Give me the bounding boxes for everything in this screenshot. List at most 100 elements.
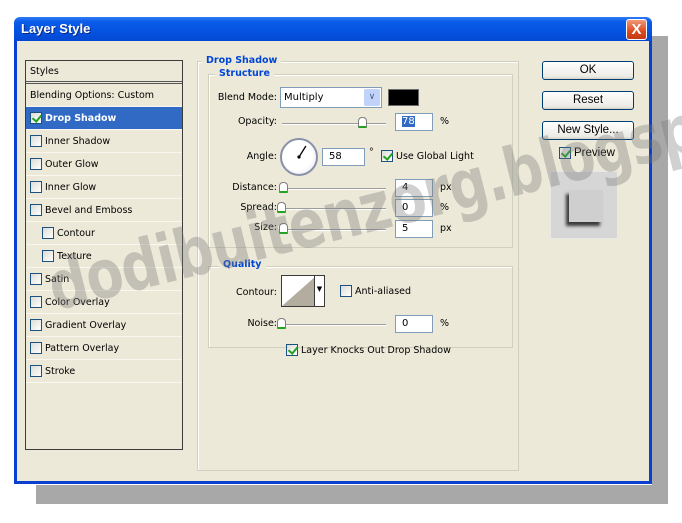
checkbox-icon (286, 344, 298, 356)
title-bar[interactable]: Layer Style X (14, 17, 652, 41)
noise-slider-track[interactable] (282, 324, 386, 326)
opacity-value: 78 (402, 116, 415, 127)
spread-input[interactable]: 0 (395, 199, 433, 217)
style-item-inner-glow[interactable]: Inner Glow (26, 176, 182, 199)
distance-input[interactable]: 4 (395, 179, 433, 197)
spread-label: Spread: (240, 202, 277, 213)
distance-unit: px (440, 182, 452, 193)
noise-unit: % (440, 318, 450, 329)
contour-curve-icon (282, 276, 316, 306)
styles-list: Styles Blending Options: Custom Drop Sha… (25, 60, 183, 450)
checkbox-icon[interactable] (30, 273, 42, 285)
distance-slider-track[interactable] (282, 188, 386, 190)
blend-mode-select[interactable]: Multiply ∨ (280, 87, 382, 108)
checkbox-icon[interactable] (30, 342, 42, 354)
quality-title: Quality (219, 259, 266, 270)
style-item-gradient-overlay[interactable]: Gradient Overlay (26, 314, 182, 337)
styles-header[interactable]: Styles (26, 61, 182, 84)
shadow-color-swatch[interactable] (388, 89, 419, 106)
opacity-input[interactable]: 78 (395, 113, 433, 131)
distance-label: Distance: (232, 182, 277, 193)
style-item-drop-shadow[interactable]: Drop Shadow (26, 107, 182, 130)
checkbox-icon[interactable] (42, 227, 54, 239)
ok-button[interactable]: OK (542, 61, 634, 80)
blend-mode-label: Blend Mode: (217, 92, 277, 103)
size-slider-track[interactable] (282, 229, 386, 231)
noise-slider-thumb[interactable] (277, 318, 286, 329)
style-item-pattern-overlay[interactable]: Pattern Overlay (26, 337, 182, 360)
size-label: Size: (254, 222, 277, 233)
checkbox-icon[interactable] (30, 181, 42, 193)
checkbox-icon[interactable] (30, 135, 42, 147)
anti-aliased-label: Anti-aliased (355, 285, 412, 297)
style-item-contour[interactable]: Contour (26, 222, 182, 245)
style-item-satin[interactable]: Satin (26, 268, 182, 291)
style-item-outer-glow[interactable]: Outer Glow (26, 153, 182, 176)
distance-slider-thumb[interactable] (279, 182, 289, 193)
checkbox-icon[interactable] (42, 250, 54, 262)
style-item-label: Color Overlay (45, 296, 110, 308)
layer-knocks-out-checkbox[interactable]: Layer Knocks Out Drop Shadow (286, 344, 451, 356)
style-item-stroke[interactable]: Stroke (26, 360, 182, 383)
style-preview (550, 171, 618, 239)
angle-input[interactable]: 58 (322, 148, 365, 166)
spread-value: 0 (402, 202, 409, 213)
close-icon: X (631, 21, 642, 38)
layer-style-dialog: Layer Style X Styles Blending Options: C… (14, 17, 652, 484)
preview-thumbnail (569, 190, 603, 222)
style-item-label: Inner Shadow (45, 135, 111, 147)
checkbox-icon (340, 285, 352, 297)
opacity-slider-track[interactable] (282, 123, 386, 125)
style-item-inner-shadow[interactable]: Inner Shadow (26, 130, 182, 153)
checkbox-icon[interactable] (30, 112, 42, 124)
opacity-label: Opacity: (237, 116, 277, 127)
drop-shadow-title: Drop Shadow (202, 55, 282, 66)
blending-options-item[interactable]: Blending Options: Custom (26, 84, 182, 107)
style-item-label: Texture (57, 250, 92, 262)
contour-dropdown-arrow-icon[interactable]: ▼ (314, 276, 324, 306)
style-item-color-overlay[interactable]: Color Overlay (26, 291, 182, 314)
checkbox-icon (559, 147, 571, 159)
style-item-bevel-and-emboss[interactable]: Bevel and Emboss (26, 199, 182, 222)
angle-dial[interactable] (280, 138, 318, 176)
window-drop-shadow-bottom (36, 485, 668, 504)
structure-title: Structure (215, 68, 274, 79)
size-unit: px (440, 223, 452, 234)
contour-picker[interactable]: ▼ (281, 275, 325, 307)
blend-mode-value: Multiply (284, 92, 324, 103)
opacity-unit: % (440, 116, 450, 127)
spread-unit: % (440, 202, 450, 213)
use-global-light-checkbox[interactable]: Use Global Light (381, 150, 474, 162)
angle-dial-needle (297, 145, 307, 159)
style-item-label: Pattern Overlay (45, 342, 120, 354)
window-title: Layer Style (21, 21, 91, 36)
opacity-slider-thumb[interactable] (358, 117, 368, 128)
size-input[interactable]: 5 (395, 220, 433, 238)
reset-button[interactable]: Reset (542, 91, 634, 110)
dialog-client: Styles Blending Options: Custom Drop Sha… (17, 41, 649, 481)
checkbox-icon[interactable] (30, 365, 42, 377)
style-item-label: Stroke (45, 365, 76, 377)
checkbox-icon[interactable] (30, 158, 42, 170)
spread-slider-thumb[interactable] (277, 202, 286, 213)
angle-unit: ° (369, 147, 374, 158)
style-item-label: Bevel and Emboss (45, 204, 133, 216)
spread-slider-track[interactable] (282, 208, 386, 210)
distance-value: 4 (402, 182, 409, 193)
quality-group (208, 266, 513, 348)
checkbox-icon[interactable] (30, 319, 42, 331)
noise-label: Noise: (247, 318, 277, 329)
window-drop-shadow (652, 36, 668, 504)
angle-value: 58 (329, 151, 342, 162)
close-button[interactable]: X (626, 19, 647, 40)
anti-aliased-checkbox[interactable]: Anti-aliased (340, 285, 411, 297)
preview-checkbox[interactable]: Preview (559, 147, 615, 159)
size-slider-thumb[interactable] (279, 223, 289, 234)
use-global-light-label: Use Global Light (396, 150, 474, 162)
noise-value: 0 (402, 318, 409, 329)
noise-input[interactable]: 0 (395, 315, 433, 333)
checkbox-icon[interactable] (30, 296, 42, 308)
checkbox-icon[interactable] (30, 204, 42, 216)
style-item-texture[interactable]: Texture (26, 245, 182, 268)
new-style-button[interactable]: New Style... (542, 121, 634, 140)
